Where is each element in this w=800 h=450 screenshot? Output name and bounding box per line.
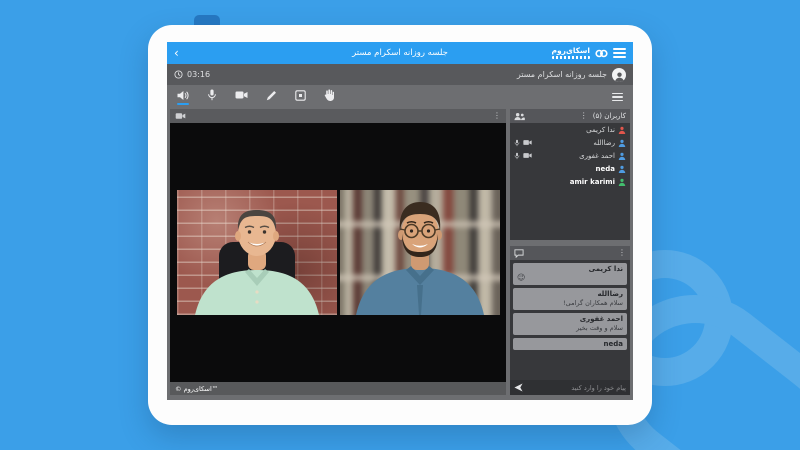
pen-icon (266, 90, 277, 101)
statusbar-meeting-title: جلسه روزانه اسکرام مستر (517, 70, 607, 79)
status-bar: 03:16 جلسه روزانه اسکرام مستر (167, 64, 633, 85)
meeting-title: جلسه روزانه اسکرام مستر (167, 48, 633, 58)
chat-text: سلام همکاران گرامی! (517, 299, 623, 307)
video-feed-bookshelf-man[interactable] (340, 190, 500, 315)
camera-icon (235, 90, 248, 100)
chat-message-input[interactable] (527, 384, 626, 392)
person-icon (614, 71, 625, 82)
participant-row[interactable]: neda (510, 162, 630, 175)
raise-hand-icon (324, 89, 334, 101)
users-icon (514, 112, 525, 121)
sidebar: ⋮ کاربران (۵) ندا کریمی (510, 109, 630, 395)
layout-menu-button[interactable] (612, 93, 623, 102)
video-panel-header: ⋮ (170, 109, 506, 123)
person-status-icon (618, 152, 626, 160)
camera-button[interactable] (235, 90, 248, 104)
participant-name: neda (596, 165, 615, 173)
chat-kebab-menu[interactable]: ⋮ (618, 249, 626, 257)
page-background: ‹ جلسه روزانه اسکرام مستر اسکای‌روم 03:1… (0, 0, 800, 450)
participant-illustration (177, 190, 337, 315)
participant-name: amir karimi (570, 178, 615, 186)
main-content: ⋮ (167, 109, 633, 400)
media-toolbar (167, 85, 633, 109)
camera-on-icon (523, 139, 532, 146)
clock-icon (174, 70, 183, 79)
session-timer: 03:16 (187, 70, 210, 79)
participants-header: ⋮ کاربران (۵) (510, 109, 630, 123)
person-status-icon (618, 139, 626, 147)
chat-input-bar (510, 380, 630, 395)
raise-hand-button[interactable] (323, 89, 335, 105)
pen-button[interactable] (265, 90, 277, 105)
participants-title: کاربران (۵) (593, 112, 626, 120)
participant-name: رضاالله (593, 139, 615, 147)
participant-row[interactable]: amir karimi (510, 175, 630, 188)
participants-panel: ⋮ کاربران (۵) ندا کریمی (510, 109, 630, 240)
participant-row[interactable]: ندا کریمی (510, 123, 630, 136)
video-feed-brick-wall-man[interactable] (177, 190, 337, 315)
speaker-icon (177, 90, 189, 101)
user-avatar[interactable] (612, 68, 626, 82)
top-app-bar: ‹ جلسه روزانه اسکرام مستر اسکای‌روم (167, 42, 633, 64)
video-grid (170, 123, 506, 382)
copyright-label: © اسکای‌روم™ (175, 385, 218, 393)
participant-name: ندا کریمی (586, 126, 615, 134)
video-panel-footer: © اسکای‌روم™ (170, 382, 506, 395)
participant-illustration (340, 190, 500, 315)
microphone-button[interactable] (206, 89, 218, 105)
video-panel-kebab-menu[interactable]: ⋮ (493, 112, 501, 120)
microphone-icon (207, 89, 217, 101)
participants-list: ندا کریمی رضاالله (510, 123, 630, 240)
camera-on-icon (523, 152, 532, 159)
person-status-icon (618, 165, 626, 173)
chat-author: neda (517, 340, 623, 348)
participant-name: احمد غفوری (579, 152, 615, 160)
chat-message: neda (513, 338, 627, 350)
chat-messages: ندا کریمی 😉 رضاالله سلام همکاران گرامی! … (510, 260, 630, 380)
participant-row[interactable]: احمد غفوری (510, 149, 630, 162)
video-panel: ⋮ (170, 109, 506, 395)
participants-kebab-menu[interactable]: ⋮ (580, 112, 588, 120)
person-status-icon (618, 126, 626, 134)
app-screen: ‹ جلسه روزانه اسکرام مستر اسکای‌روم 03:1… (167, 42, 633, 400)
chat-message: ندا کریمی 😉 (513, 263, 627, 285)
chat-author: احمد غفوری (517, 315, 623, 323)
chat-text: سلام و وقت بخیر (517, 324, 623, 332)
screen-share-button[interactable] (294, 90, 306, 105)
chat-header: ⋮ (510, 246, 630, 260)
mic-on-icon (514, 152, 520, 160)
chat-bubble-icon (514, 249, 524, 258)
send-icon[interactable] (514, 383, 523, 392)
screen-share-icon (295, 90, 306, 101)
person-status-icon (618, 178, 626, 186)
chat-text: 😉 (517, 273, 623, 282)
chat-author: رضاالله (517, 290, 623, 298)
mic-on-icon (514, 139, 520, 147)
chat-panel: ⋮ ندا کریمی 😉 رضاالله سلام همکاران گرامی… (510, 246, 630, 395)
chat-message: رضاالله سلام همکاران گرامی! (513, 288, 627, 310)
camera-icon (175, 112, 186, 120)
speaker-button[interactable] (177, 90, 189, 105)
chat-message: احمد غفوری سلام و وقت بخیر (513, 313, 627, 335)
participant-row[interactable]: رضاالله (510, 136, 630, 149)
chat-author: ندا کریمی (517, 265, 623, 273)
